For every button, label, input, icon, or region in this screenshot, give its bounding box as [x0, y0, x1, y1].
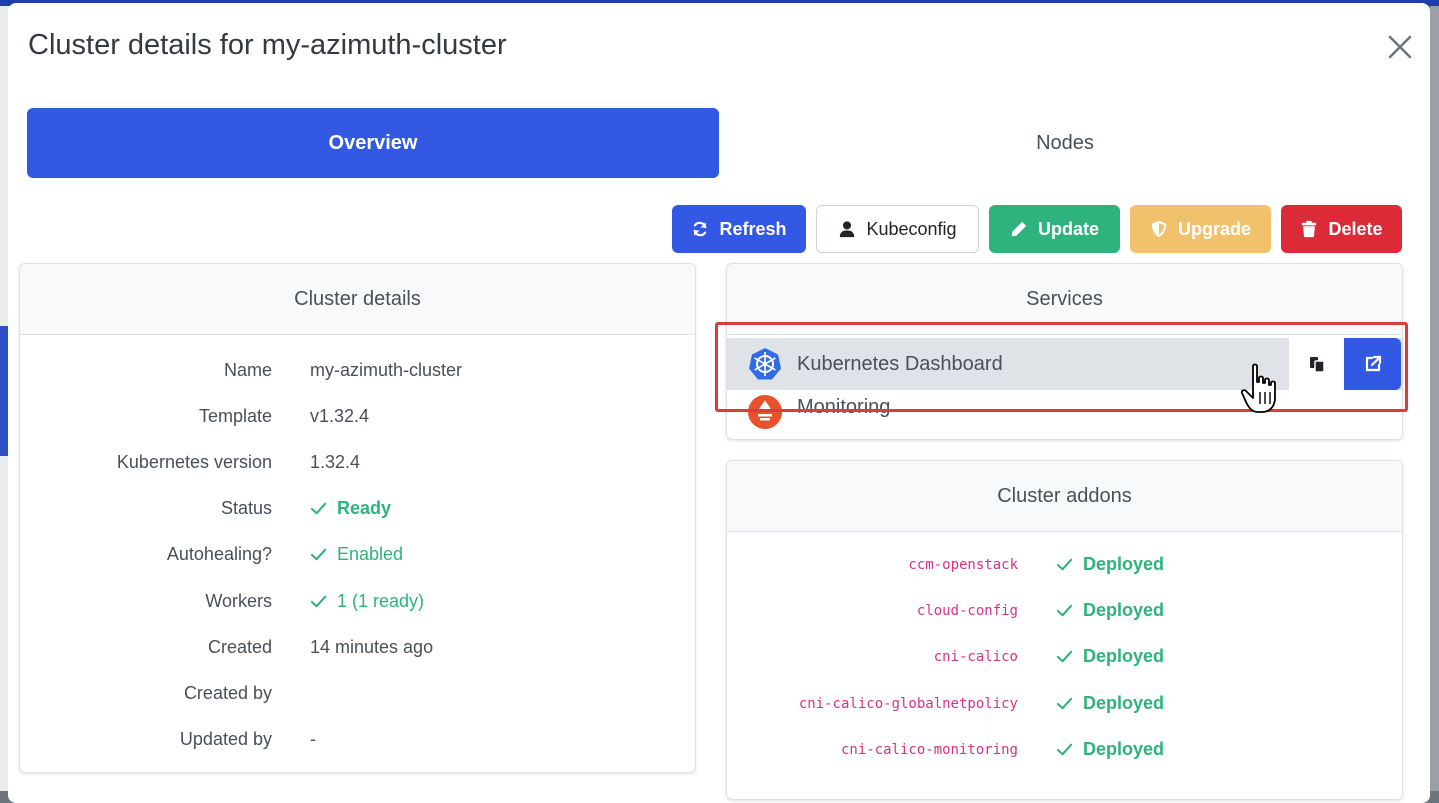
addon-status: Deployed — [1056, 693, 1164, 714]
detail-row-kubernetes-version: Kubernetes version 1.32.4 — [20, 452, 697, 476]
addon-status-text: Deployed — [1083, 693, 1165, 713]
addon-name: cni-calico-globalnetpolicy — [798, 696, 1018, 712]
detail-value: Enabled — [310, 544, 403, 565]
detail-row-autohealing: Autohealing? Enabled — [20, 544, 697, 568]
detail-row-template: Template v1.32.4 — [20, 406, 697, 430]
addon-row: cloud-config Deployed — [727, 600, 1404, 624]
detail-value: Ready — [310, 498, 391, 519]
kubeconfig-button[interactable]: Kubeconfig — [816, 205, 979, 253]
detail-row-created-by: Created by — [20, 683, 697, 707]
addon-status: Deployed — [1056, 739, 1164, 760]
cluster-addons-card: Cluster addons ccm-openstack Deployed cl… — [726, 460, 1403, 800]
addon-row: ccm-openstack Deployed — [727, 554, 1404, 578]
cluster-details-header: Cluster details — [20, 264, 695, 335]
upgrade-button[interactable]: Upgrade — [1130, 205, 1271, 253]
detail-label: Template — [198, 406, 272, 426]
addon-row: cni-calico-monitoring Deployed — [727, 739, 1404, 763]
addon-status-text: Deployed — [1083, 600, 1165, 620]
check-icon — [1056, 697, 1073, 710]
trash-icon — [1302, 220, 1317, 238]
detail-label: Kubernetes version — [116, 452, 272, 472]
detail-value: 1 (1 ready) — [310, 591, 424, 612]
addon-status-text: Deployed — [1083, 554, 1165, 574]
check-icon — [1056, 650, 1073, 663]
shield-icon — [1151, 220, 1167, 238]
user-icon — [840, 221, 855, 238]
check-icon — [1056, 558, 1073, 571]
update-label: Update — [1037, 218, 1099, 239]
tab-nodes[interactable]: Nodes — [719, 108, 1411, 178]
detail-value: 1.32.4 — [310, 452, 361, 472]
detail-value: 14 minutes ago — [310, 637, 434, 657]
addon-row: cni-calico Deployed — [727, 646, 1404, 670]
check-icon — [1056, 743, 1073, 756]
detail-row-status: Status Ready — [20, 498, 697, 522]
cluster-addons-header: Cluster addons — [727, 461, 1402, 532]
check-icon — [1056, 604, 1073, 617]
addon-name: cni-calico-monitoring — [840, 742, 1018, 758]
detail-value: v1.32.4 — [310, 406, 370, 426]
detail-label: Updated by — [179, 729, 272, 749]
check-icon — [310, 502, 327, 515]
addon-name: ccm-openstack — [908, 557, 1018, 573]
delete-label: Delete — [1328, 218, 1383, 239]
check-icon — [310, 548, 327, 561]
addon-status-text: Deployed — [1083, 646, 1165, 666]
detail-value: - — [310, 729, 316, 749]
check-icon — [310, 595, 327, 608]
refresh-icon — [694, 221, 707, 237]
workers-text: 1 (1 ready) — [337, 591, 425, 611]
detail-label: Autohealing? — [166, 544, 272, 564]
update-button[interactable]: Update — [989, 205, 1120, 253]
addon-status: Deployed — [1056, 554, 1164, 575]
cluster-details-card: Cluster details Name my-azimuth-cluster … — [19, 263, 696, 773]
addon-name: cloud-config — [916, 603, 1018, 619]
detail-label: Status — [220, 498, 272, 518]
modal-title: Cluster details for my-azimuth-cluster — [28, 29, 507, 61]
tab-overview[interactable]: Overview — [27, 108, 719, 178]
status-text: Ready — [337, 498, 392, 518]
refresh-button[interactable]: Refresh — [672, 205, 806, 253]
addon-status: Deployed — [1056, 646, 1164, 667]
kubeconfig-label: Kubeconfig — [866, 218, 957, 239]
pencil-icon — [1011, 221, 1027, 237]
detail-label: Created — [207, 637, 272, 657]
detail-label: Name — [223, 360, 272, 380]
detail-row-workers: Workers 1 (1 ready) — [20, 591, 697, 615]
highlight-annotation — [715, 322, 1408, 412]
addon-name: cni-calico — [933, 649, 1018, 665]
background-page-right — [1430, 6, 1439, 791]
upgrade-label: Upgrade — [1177, 218, 1251, 239]
detail-label: Workers — [205, 591, 272, 611]
addon-status-text: Deployed — [1083, 739, 1165, 759]
addon-row: cni-calico-globalnetpolicy Deployed — [727, 693, 1404, 717]
close-button[interactable] — [1384, 31, 1416, 63]
delete-button[interactable]: Delete — [1281, 205, 1402, 253]
detail-label: Created by — [183, 683, 272, 703]
refresh-label: Refresh — [719, 218, 787, 239]
detail-row-name: Name my-azimuth-cluster — [20, 360, 697, 384]
autohealing-text: Enabled — [337, 544, 404, 564]
detail-value: my-azimuth-cluster — [310, 360, 463, 380]
hand-cursor-icon — [1240, 363, 1276, 413]
detail-row-updated-by: Updated by - — [20, 729, 697, 753]
detail-row-created: Created 14 minutes ago — [20, 637, 697, 661]
close-icon — [1388, 35, 1412, 59]
addon-status: Deployed — [1056, 600, 1164, 621]
